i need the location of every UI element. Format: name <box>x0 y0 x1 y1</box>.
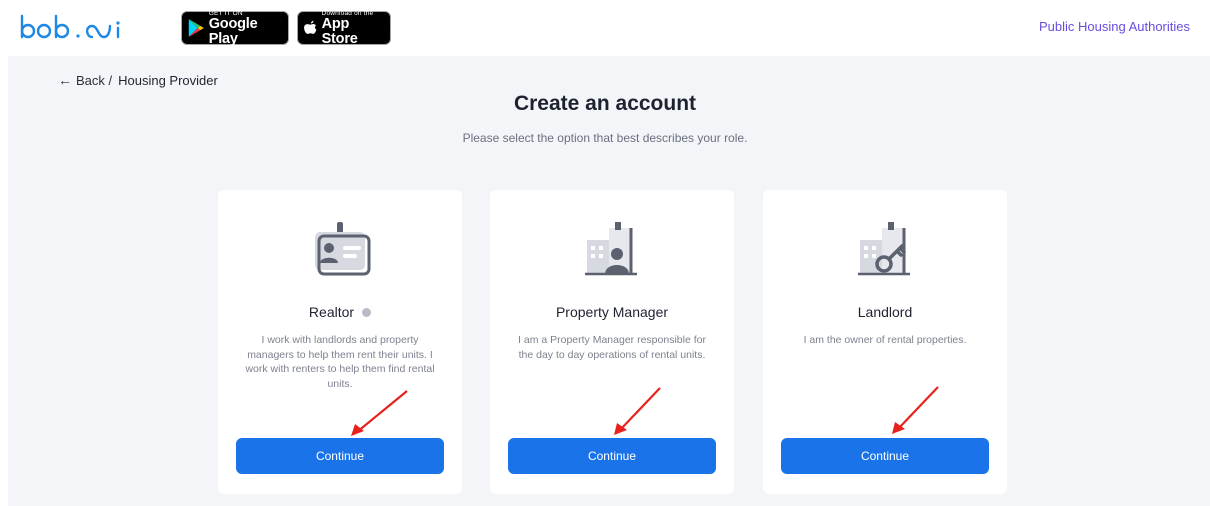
arrow-left-icon: ← <box>58 72 72 88</box>
annotation-arrow-icon <box>351 390 408 436</box>
page-subtitle: Please select the option that best descr… <box>462 131 748 145</box>
breadcrumb-current: Housing Provider <box>118 72 218 88</box>
role-card-title: Landlord <box>763 304 1007 320</box>
role-card-description: I am the owner of rental properties. <box>803 334 967 346</box>
page-title: Create an account <box>513 92 697 115</box>
id-card-icon <box>315 222 371 276</box>
annotation-arrow-icon <box>892 386 939 434</box>
building-person-icon <box>585 222 637 276</box>
info-icon[interactable] <box>362 307 372 317</box>
role-name-property-manager: Property Manager <box>555 304 669 320</box>
app-store-big-text: App Store <box>321 15 358 47</box>
bob-ai-logo[interactable] <box>14 10 134 46</box>
role-card-property-manager: Property Manager I am a Property Manager… <box>490 190 734 494</box>
role-card-realtor: Realtor I work with landlords and proper… <box>218 190 462 494</box>
building-key-icon <box>858 222 910 276</box>
continue-button-landlord[interactable]: Continue <box>781 438 989 474</box>
google-play-icon <box>188 19 204 37</box>
role-card-description: I work with landlords and property manag… <box>245 334 435 390</box>
continue-button-realtor[interactable]: Continue <box>236 438 444 474</box>
top-bar: GET IT ON Google Play Download on the Ap… <box>0 0 1210 56</box>
role-name-landlord: Landlord <box>857 304 913 320</box>
back-link[interactable]: ← Back / <box>58 72 112 88</box>
google-play-badge[interactable]: GET IT ON Google Play <box>181 10 289 47</box>
role-card-landlord: Landlord I am the owner of rental proper… <box>763 190 1007 494</box>
apple-icon <box>304 20 317 34</box>
role-card-title: Property Manager <box>490 304 734 320</box>
breadcrumb: ← Back / Housing Provider <box>58 72 218 88</box>
continue-button-property-manager[interactable]: Continue <box>508 438 716 474</box>
public-housing-authorities-link[interactable]: Public Housing Authorities <box>1039 19 1190 34</box>
role-card-description: I am a Property Manager responsible for … <box>518 334 706 361</box>
role-card-title: Realtor <box>218 304 462 320</box>
back-label: Back / <box>76 72 113 88</box>
role-name-realtor: Realtor <box>308 304 355 320</box>
google-play-big-text: Google Play <box>208 15 258 47</box>
annotation-arrow-icon <box>614 387 661 435</box>
app-store-badge[interactable]: Download on the App Store <box>297 10 391 47</box>
